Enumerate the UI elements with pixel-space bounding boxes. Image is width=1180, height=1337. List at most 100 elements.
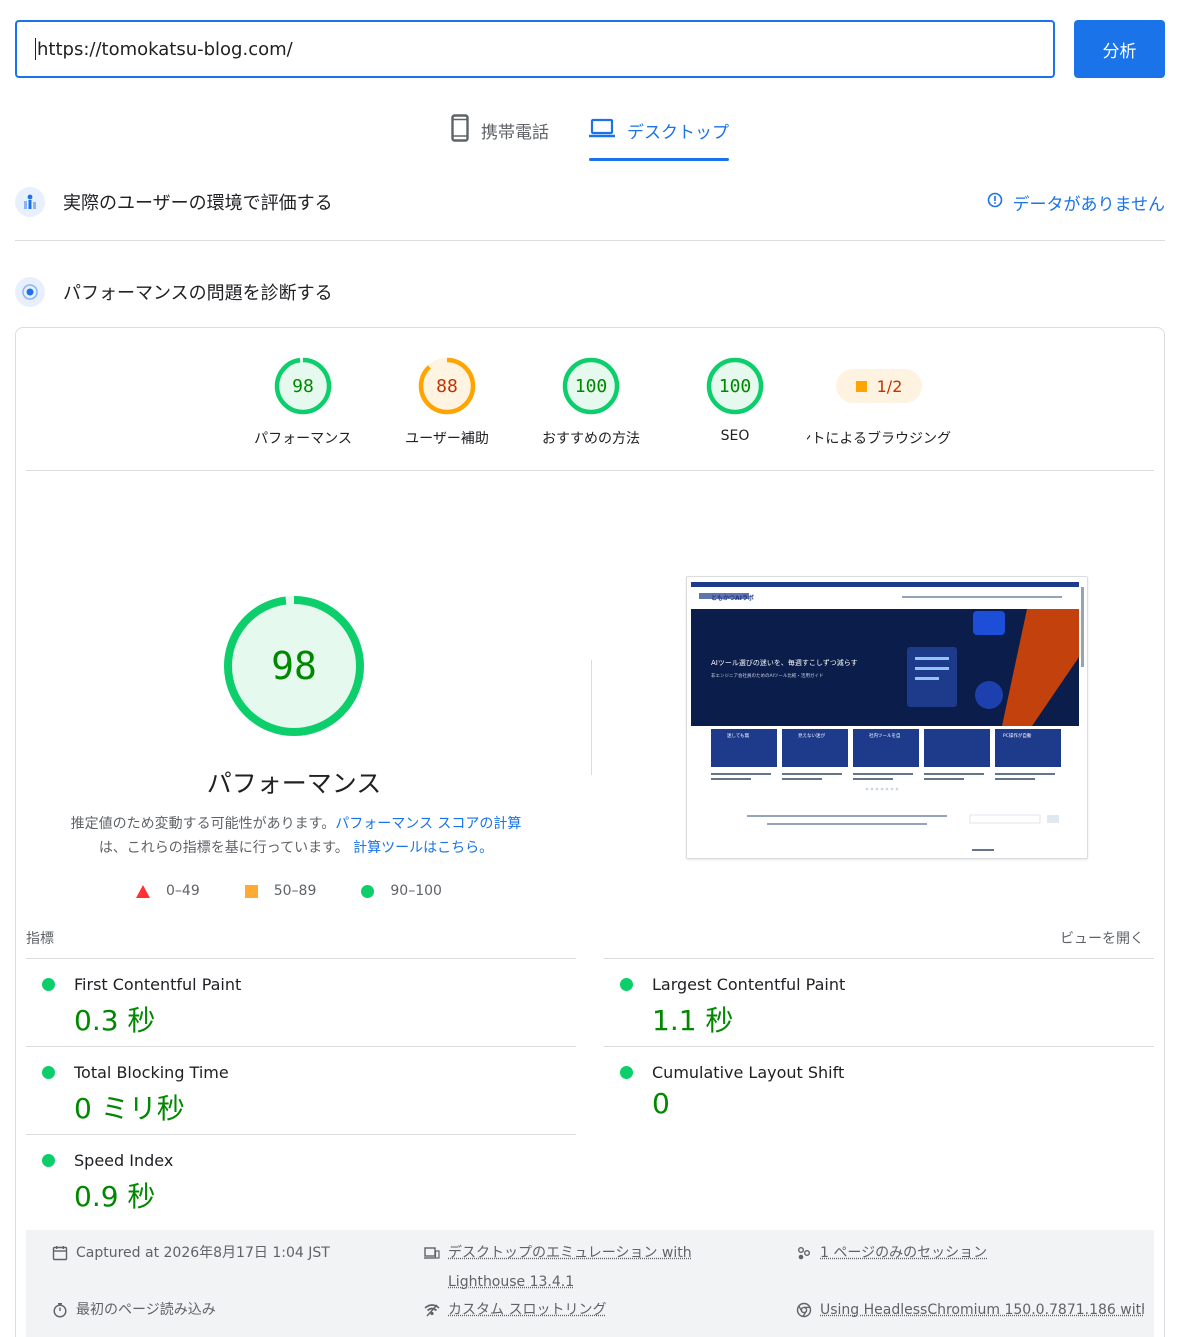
throttling-info[interactable]: カスタム スロットリング [424,1296,606,1325]
lab-data-title: パフォーマンスの問題を診断する [63,283,333,304]
gauge-performance[interactable]: 98 パフォーマンス [231,356,375,448]
pass-circle-icon [42,978,55,991]
emulation-text: デスクトップのエミュレーション with Lighthouse 13.4.1 [448,1239,692,1297]
gauge-ring: 100 [705,356,765,416]
field-data-title: 実際のユーザーの環境で評価する [63,193,333,214]
pass-circle-icon [42,1154,55,1167]
gauge-ring: 98 [273,356,333,416]
note-text: は、これらの指標を基に行っています。 [98,840,349,856]
legend-pass: 90–100 [361,883,442,899]
gauge-score: 88 [436,375,458,397]
tab-desktop[interactable]: デスクトップ [589,110,729,161]
score-calc-link[interactable]: パフォーマンス スコアの計算 [335,816,521,832]
fraction-badge: 1/2 [836,369,922,403]
info-icon [987,192,1003,213]
lighthouse-report: 98 パフォーマンス 88 ユーザー補助 100 おすすめの方法 100 SEO [15,327,1165,1337]
gauge-seo[interactable]: 100 SEO [663,356,807,448]
captured-at: Captured at 2026年8月17日 1:04 JST [52,1239,330,1268]
people-icon [798,1247,810,1260]
gauge-best-practices[interactable]: 100 おすすめの方法 [519,356,663,448]
runtime-settings: Captured at 2026年8月17日 1:04 JST デスクトップのエ… [26,1230,1154,1337]
gauge-label: エージェントによるブラウジング [807,431,951,447]
lab-data-header: パフォーマンスの問題を診断する [15,277,1165,307]
average-square-icon [855,380,867,392]
url-input[interactable]: https://tomokatsu-blog.com/ [15,20,1055,78]
pass-circle-icon [42,1066,55,1079]
metrics-header-label: 指標 [26,931,54,947]
devices-icon [424,1247,440,1259]
gauge-ring: 100 [561,356,621,416]
metric-value: 0 ミリ秒 [74,1092,185,1125]
metrics-header: 指標 ビューを開く [26,928,1144,948]
tab-mobile[interactable]: 携帯電話 [451,110,549,161]
initial-load-text: 最初のページ読み込み [76,1302,216,1318]
initial-load-info: 最初のページ読み込み [52,1296,216,1325]
note-text: 推定値のため変動する可能性があります。 [70,816,336,832]
card-title: 社内ツールを自 [869,732,901,739]
metric-lcp: Largest Contentful Paint 1.1 秒 [604,958,1154,1046]
average-square-icon [244,884,258,898]
phone-icon [451,114,469,147]
no-data-notice[interactable]: データがありません [987,190,1166,215]
metric-cls: Cumulative Layout Shift 0 [604,1046,1154,1134]
browser-text: Using HeadlessChromium 150.0.7871.186 wi… [820,1302,1144,1318]
performance-gauge-large: 98 [221,593,367,739]
metric-value: 1.1 秒 [652,1004,734,1037]
vertical-divider [591,660,592,775]
gauge-score: 100 [574,375,608,397]
url-value: https://tomokatsu-blog.com/ [37,38,293,60]
legend-average: 50–89 [244,883,316,899]
fraction-score: 1/2 [876,376,903,396]
gauge-ring: 88 [417,356,477,416]
wifi-icon [424,1304,440,1317]
hero-title-text: AIツール選びの迷いを、毎週すこしずつ減らす [711,658,858,667]
metric-si: Speed Index 0.9 秒 [26,1134,576,1222]
tab-desktop-label: デスクトップ [627,123,729,143]
gauge-agentic-browsing[interactable]: 1/2 エージェントによるブラウジング [807,356,951,448]
card-title: PC操作が自動 [1003,732,1032,739]
calendar-icon [52,1246,68,1261]
no-data-label: データがありません [1012,194,1166,215]
emulation-info[interactable]: デスクトップのエミュレーション with Lighthouse 13.4.1 [424,1239,692,1297]
final-screenshot[interactable]: ともかつAIラボ AIツール選びの迷いを、毎週すこしずつ減らす 非エンジニア会社… [686,576,1088,859]
performance-score-large: 98 [271,644,317,688]
metric-value: 0 [652,1087,670,1120]
device-tabs: 携帯電話 デスクトップ [0,110,1180,161]
pass-circle-icon [620,1066,633,1079]
site-name-text: ともかつAIラボ [711,594,754,602]
browser-info[interactable]: Using HeadlessChromium 150.0.7871.186 wi… [796,1296,1144,1325]
emulation-line-1: デスクトップのエミュレーション with [448,1245,692,1261]
gauge-label: パフォーマンス [254,431,352,447]
pass-circle-icon [361,884,375,898]
legend-label: 90–100 [390,883,442,899]
metric-name: First Contentful Paint [74,975,242,994]
pass-circle-icon [620,978,633,991]
gauge-score: 100 [718,375,752,397]
metric-tbt: Total Blocking Time 0 ミリ秒 [26,1046,576,1134]
timer-icon [53,1303,67,1318]
session-text: 1 ページのみのセッション [820,1245,988,1261]
category-gauges: 98 パフォーマンス 88 ユーザー補助 100 おすすめの方法 100 SEO [16,356,1166,448]
metric-name: Cumulative Layout Shift [652,1063,845,1082]
card-title: 見えない迷が [798,732,825,739]
users-icon [15,187,45,217]
expand-view-toggle[interactable]: ビューを開く [1060,928,1144,948]
calculator-link[interactable]: 計算ツールはこちら。 [353,840,493,856]
gauge-label: SEO [720,428,750,444]
legend-fail: 0–49 [136,883,200,899]
analyze-button[interactable]: 分析 [1074,20,1165,78]
emulation-line-2: Lighthouse 13.4.1 [448,1274,575,1290]
fail-triangle-icon [136,884,150,898]
gauges-divider [26,470,1154,471]
performance-title: パフォーマンス [206,769,382,798]
captured-at-text: Captured at 2026年8月17日 1:04 JST [76,1245,330,1261]
hero-sub-text: 非エンジニア会社員のためのAIツール比較・活用ガイド [711,672,823,679]
gauge-label: ユーザー補助 [405,431,489,447]
gauge-accessibility[interactable]: 88 ユーザー補助 [375,356,519,448]
text-caret [35,38,36,60]
session-info[interactable]: 1 ページのみのセッション [796,1239,987,1268]
throttling-text: カスタム スロットリング [448,1302,607,1318]
metric-fcp: First Contentful Paint 0.3 秒 [26,958,576,1046]
metric-name: Largest Contentful Paint [652,975,846,994]
score-legend: 0–49 50–89 90–100 [136,883,442,899]
